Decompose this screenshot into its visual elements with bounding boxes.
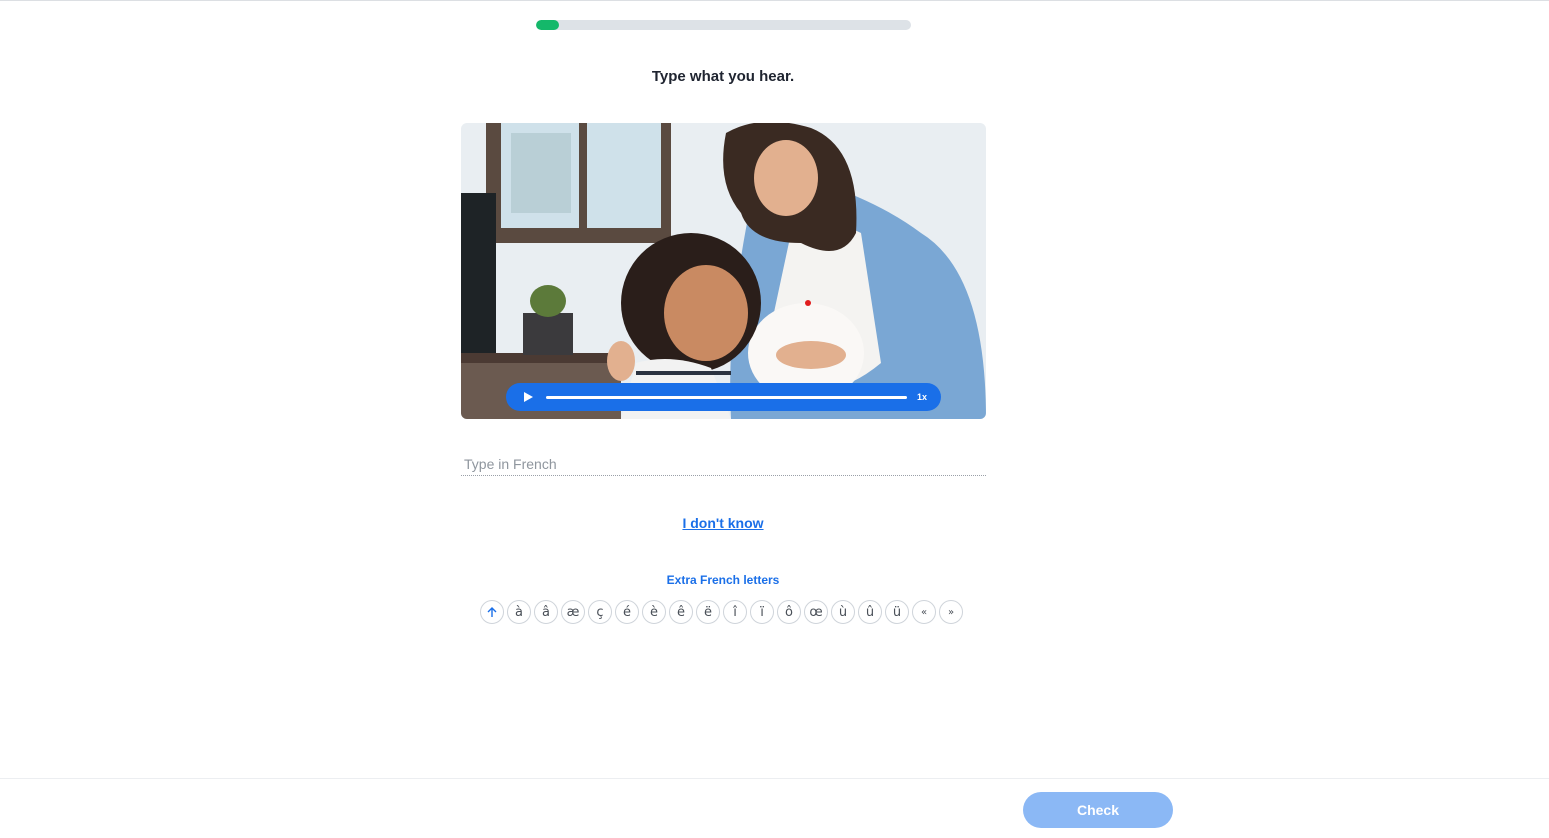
letter-key[interactable]: » <box>939 600 963 624</box>
audio-scrubber[interactable] <box>546 395 907 399</box>
dont-know-container: I don't know <box>0 515 1446 533</box>
progress-fill <box>536 20 559 30</box>
extra-letters-keyboard: à â æ ç é è ê ë î ï ô œ ù û ü «» <box>480 600 963 624</box>
letter-key[interactable]: û <box>858 600 882 624</box>
letter-key[interactable]: ü <box>885 600 909 624</box>
photo-mother-and-daughter <box>461 123 986 419</box>
letter-key[interactable]: î <box>723 600 747 624</box>
letter-key[interactable]: « <box>912 600 936 624</box>
letter-key[interactable]: ê <box>669 600 693 624</box>
letter-key[interactable]: à <box>507 600 531 624</box>
exercise-media: 1x <box>461 123 986 419</box>
letter-key[interactable]: æ <box>561 600 585 624</box>
extra-letters-title: Extra French letters <box>666 573 780 587</box>
letter-key[interactable]: œ <box>804 600 828 624</box>
audio-player: 1x <box>506 383 941 411</box>
letter-key[interactable]: é <box>615 600 639 624</box>
lesson-progress-bar <box>536 20 911 30</box>
play-icon <box>524 392 533 402</box>
letter-key[interactable]: â <box>534 600 558 624</box>
dont-know-link[interactable]: I don't know <box>682 515 763 531</box>
letter-key[interactable]: ë <box>696 600 720 624</box>
letter-key[interactable]: ï <box>750 600 774 624</box>
footer-divider <box>0 778 1549 779</box>
exercise-prompt: Type what you hear. <box>651 68 795 85</box>
check-button[interactable]: Check <box>1023 792 1173 828</box>
letter-key[interactable]: ù <box>831 600 855 624</box>
top-divider <box>0 0 1549 1</box>
letter-key[interactable]: ô <box>777 600 801 624</box>
shift-key[interactable] <box>480 600 504 624</box>
answer-input[interactable] <box>461 452 986 476</box>
playback-speed-button[interactable]: 1x <box>917 392 927 402</box>
letter-key[interactable]: è <box>642 600 666 624</box>
letter-key[interactable]: ç <box>588 600 612 624</box>
play-button[interactable] <box>520 389 536 405</box>
arrow-up-icon <box>487 607 497 617</box>
